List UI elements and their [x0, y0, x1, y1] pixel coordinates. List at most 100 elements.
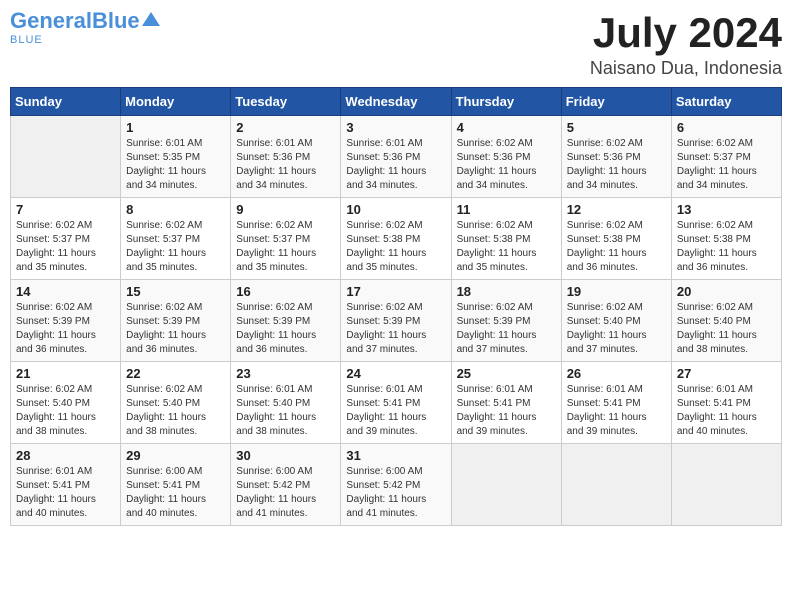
day-info: Sunrise: 6:02 AMSunset: 5:37 PMDaylight:…	[677, 137, 776, 193]
sunrise-text: Sunrise: 6:01 AM	[16, 465, 115, 479]
weekday-header-friday: Friday	[561, 88, 671, 116]
day-number: 15	[126, 284, 225, 299]
sunrise-text: Sunrise: 6:01 AM	[677, 383, 776, 397]
sunrise-text: Sunrise: 6:02 AM	[126, 383, 225, 397]
day-number: 9	[236, 202, 335, 217]
daylight-line1: Daylight: 11 hours	[677, 247, 776, 261]
sunset-text: Sunset: 5:35 PM	[126, 151, 225, 165]
daylight-line1: Daylight: 11 hours	[126, 247, 225, 261]
daylight-line2: and 35 minutes.	[236, 261, 335, 275]
daylight-line1: Daylight: 11 hours	[346, 329, 445, 343]
sunrise-text: Sunrise: 6:01 AM	[236, 383, 335, 397]
daylight-line1: Daylight: 11 hours	[457, 165, 556, 179]
daylight-line2: and 37 minutes.	[457, 343, 556, 357]
daylight-line1: Daylight: 11 hours	[677, 329, 776, 343]
sunset-text: Sunset: 5:41 PM	[126, 479, 225, 493]
sunset-text: Sunset: 5:41 PM	[346, 397, 445, 411]
calendar-cell: 31Sunrise: 6:00 AMSunset: 5:42 PMDayligh…	[341, 444, 451, 526]
day-info: Sunrise: 6:01 AMSunset: 5:41 PMDaylight:…	[567, 383, 666, 439]
calendar-cell: 4Sunrise: 6:02 AMSunset: 5:36 PMDaylight…	[451, 116, 561, 198]
sunrise-text: Sunrise: 6:02 AM	[126, 301, 225, 315]
day-info: Sunrise: 6:02 AMSunset: 5:38 PMDaylight:…	[346, 219, 445, 275]
day-number: 22	[126, 366, 225, 381]
calendar-cell: 26Sunrise: 6:01 AMSunset: 5:41 PMDayligh…	[561, 362, 671, 444]
daylight-line1: Daylight: 11 hours	[126, 411, 225, 425]
sunrise-text: Sunrise: 6:02 AM	[457, 219, 556, 233]
daylight-line2: and 35 minutes.	[16, 261, 115, 275]
calendar-cell: 25Sunrise: 6:01 AMSunset: 5:41 PMDayligh…	[451, 362, 561, 444]
calendar-cell: 15 Sunrise: 6:02 AMSunset: 5:39 PMDayligh…	[121, 280, 231, 362]
day-number: 5	[567, 120, 666, 135]
sunrise-text: Sunrise: 6:01 AM	[346, 383, 445, 397]
daylight-line2: and 34 minutes.	[346, 179, 445, 193]
day-info: Sunrise: 6:02 AMSunset: 5:40 PMDaylight:…	[126, 383, 225, 439]
daylight-line2: and 35 minutes.	[457, 261, 556, 275]
sunset-text: Sunset: 5:39 PM	[346, 315, 445, 329]
calendar-week-row: 28Sunrise: 6:01 AMSunset: 5:41 PMDayligh…	[11, 444, 782, 526]
calendar-cell: 19Sunrise: 6:02 AMSunset: 5:40 PMDayligh…	[561, 280, 671, 362]
calendar-cell	[11, 116, 121, 198]
calendar-cell: 22 Sunrise: 6:02 AMSunset: 5:40 PMDayligh…	[121, 362, 231, 444]
daylight-line2: and 35 minutes.	[346, 261, 445, 275]
daylight-line1: Daylight: 11 hours	[16, 493, 115, 507]
calendar-cell: 5Sunrise: 6:02 AMSunset: 5:36 PMDaylight…	[561, 116, 671, 198]
day-info: Sunrise: 6:02 AMSunset: 5:40 PMDaylight:…	[677, 301, 776, 357]
sunrise-text: Sunrise: 6:02 AM	[457, 137, 556, 151]
daylight-line1: Daylight: 11 hours	[346, 411, 445, 425]
day-info: Sunrise: 6:02 AMSunset: 5:39 PMDaylight:…	[457, 301, 556, 357]
daylight-line2: and 38 minutes.	[236, 425, 335, 439]
weekday-header-wednesday: Wednesday	[341, 88, 451, 116]
calendar-cell	[561, 444, 671, 526]
sunset-text: Sunset: 5:41 PM	[677, 397, 776, 411]
sunset-text: Sunset: 5:41 PM	[567, 397, 666, 411]
calendar-cell: 16Sunrise: 6:02 AMSunset: 5:39 PMDayligh…	[231, 280, 341, 362]
day-info: Sunrise: 6:02 AMSunset: 5:39 PMDaylight:…	[346, 301, 445, 357]
day-info: Sunrise: 6:01 AMSunset: 5:41 PMDaylight:…	[457, 383, 556, 439]
daylight-line1: Daylight: 11 hours	[126, 165, 225, 179]
day-info: Sunrise: 6:01 AMSunset: 5:41 PMDaylight:…	[16, 465, 115, 521]
day-info: Sunrise: 6:02 AMSunset: 5:40 PMDaylight:…	[567, 301, 666, 357]
day-info: Sunrise: 6:01 AMSunset: 5:36 PMDaylight:…	[346, 137, 445, 193]
daylight-line2: and 41 minutes.	[236, 507, 335, 521]
sunrise-text: Sunrise: 6:02 AM	[677, 219, 776, 233]
logo-sub: BLUE	[10, 34, 43, 46]
calendar-cell	[451, 444, 561, 526]
sunrise-text: Sunrise: 6:01 AM	[457, 383, 556, 397]
sunset-text: Sunset: 5:42 PM	[236, 479, 335, 493]
daylight-line1: Daylight: 11 hours	[16, 247, 115, 261]
month-year-title: July 2024	[590, 10, 782, 56]
sunset-text: Sunset: 5:40 PM	[677, 315, 776, 329]
sunset-text: Sunset: 5:40 PM	[16, 397, 115, 411]
day-number: 29	[126, 448, 225, 463]
sunrise-text: Sunrise: 6:00 AM	[346, 465, 445, 479]
calendar-cell: 29Sunrise: 6:00 AMSunset: 5:41 PMDayligh…	[121, 444, 231, 526]
daylight-line1: Daylight: 11 hours	[457, 329, 556, 343]
title-area: July 2024 Naisano Dua, Indonesia	[590, 10, 782, 79]
daylight-line2: and 36 minutes.	[567, 261, 666, 275]
calendar-cell: 28Sunrise: 6:01 AMSunset: 5:41 PMDayligh…	[11, 444, 121, 526]
sunset-text: Sunset: 5:36 PM	[236, 151, 335, 165]
daylight-line2: and 34 minutes.	[236, 179, 335, 193]
calendar-cell: 30Sunrise: 6:00 AMSunset: 5:42 PMDayligh…	[231, 444, 341, 526]
sunrise-text: Sunrise: 6:01 AM	[346, 137, 445, 151]
sunset-text: Sunset: 5:37 PM	[16, 233, 115, 247]
daylight-line2: and 34 minutes.	[567, 179, 666, 193]
daylight-line1: Daylight: 11 hours	[457, 411, 556, 425]
sunset-text: Sunset: 5:40 PM	[126, 397, 225, 411]
day-info: Sunrise: 6:01 AMSunset: 5:40 PMDaylight:…	[236, 383, 335, 439]
sunrise-text: Sunrise: 6:02 AM	[346, 219, 445, 233]
calendar-week-row: 14Sunrise: 6:02 AMSunset: 5:39 PMDayligh…	[11, 280, 782, 362]
daylight-line1: Daylight: 11 hours	[236, 247, 335, 261]
sunset-text: Sunset: 5:36 PM	[457, 151, 556, 165]
daylight-line2: and 39 minutes.	[457, 425, 556, 439]
sunrise-text: Sunrise: 6:02 AM	[567, 219, 666, 233]
day-info: Sunrise: 6:02 AMSunset: 5:39 PMDaylight:…	[126, 301, 225, 357]
sunset-text: Sunset: 5:41 PM	[457, 397, 556, 411]
calendar-cell: 10Sunrise: 6:02 AMSunset: 5:38 PMDayligh…	[341, 198, 451, 280]
daylight-line1: Daylight: 11 hours	[236, 493, 335, 507]
day-number: 8	[126, 202, 225, 217]
day-info: Sunrise: 6:02 AMSunset: 5:37 PMDaylight:…	[236, 219, 335, 275]
weekday-header-monday: Monday	[121, 88, 231, 116]
weekday-header-sunday: Sunday	[11, 88, 121, 116]
sunrise-text: Sunrise: 6:02 AM	[236, 301, 335, 315]
